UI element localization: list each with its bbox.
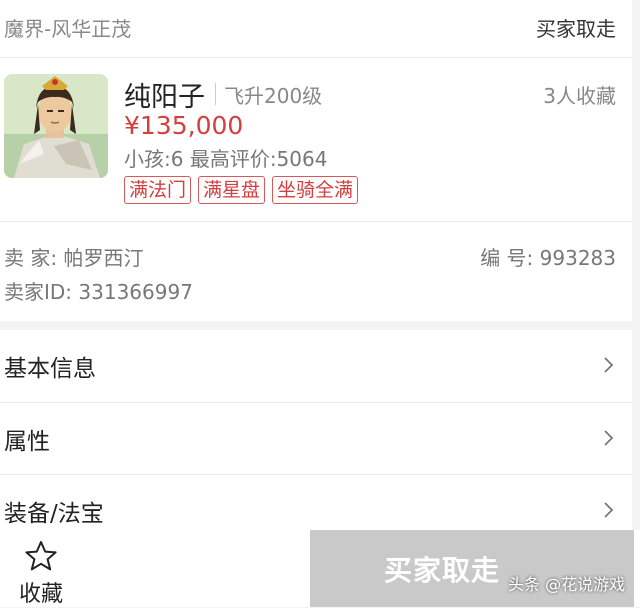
server-name: 魔界-风华正茂: [4, 16, 132, 41]
favorite-count: 3人收藏: [543, 83, 616, 108]
listing-header: 魔界-风华正茂 买家取走: [4, 10, 616, 44]
watermark: 头条 @花说游戏: [508, 575, 626, 594]
star-outline-icon: [25, 541, 57, 571]
chevron-right-icon: [604, 357, 614, 373]
character-level: 飞升200级: [224, 83, 323, 108]
buy-button-label: 买家取走: [383, 553, 500, 587]
divider: [0, 57, 632, 58]
character-name: 纯阳子: [124, 81, 205, 113]
tag: 满星盘: [198, 176, 266, 204]
character-avatar[interactable]: [4, 74, 108, 178]
buy-button[interactable]: 买家取走: [310, 530, 634, 607]
menu-item-attributes[interactable]: 属性: [0, 403, 632, 475]
character-info-row: 纯阳子 飞升200级 3人收藏: [124, 76, 616, 113]
listing-number: 编 号: 993283: [480, 246, 616, 270]
tag-list: 满法门 满星盘 坐骑全满: [124, 176, 359, 204]
listing-card: 魔界-风华正茂 买家取走 纯阳子 飞升200级 3人收藏 ¥135,000 小孩: [0, 0, 632, 321]
chevron-right-icon: [604, 502, 614, 518]
bottom-action-bar: 收藏 买家取走: [0, 530, 640, 607]
menu-item-label: 装备/法宝: [4, 501, 104, 527]
character-stats: 小孩:6 最高评价:5064: [124, 147, 328, 171]
divider: [215, 83, 216, 105]
menu-item-label: 基本信息: [4, 356, 96, 382]
trade-status: 买家取走: [536, 16, 616, 41]
divider: [0, 221, 632, 222]
tag: 坐骑全满: [272, 176, 359, 204]
seller-name: 卖 家: 帕罗西汀: [4, 246, 144, 270]
price: ¥135,000: [124, 111, 244, 140]
detail-menu: 基本信息 属性 装备/法宝: [0, 330, 632, 530]
chevron-right-icon: [604, 430, 614, 446]
seller-id: 卖家ID: 331366997: [4, 280, 193, 304]
tag: 满法门: [124, 176, 192, 204]
favorite-label: 收藏: [18, 582, 63, 607]
menu-item-basic-info[interactable]: 基本信息: [0, 330, 632, 402]
favorite-button[interactable]: 收藏: [0, 530, 82, 607]
menu-item-label: 属性: [4, 429, 50, 455]
